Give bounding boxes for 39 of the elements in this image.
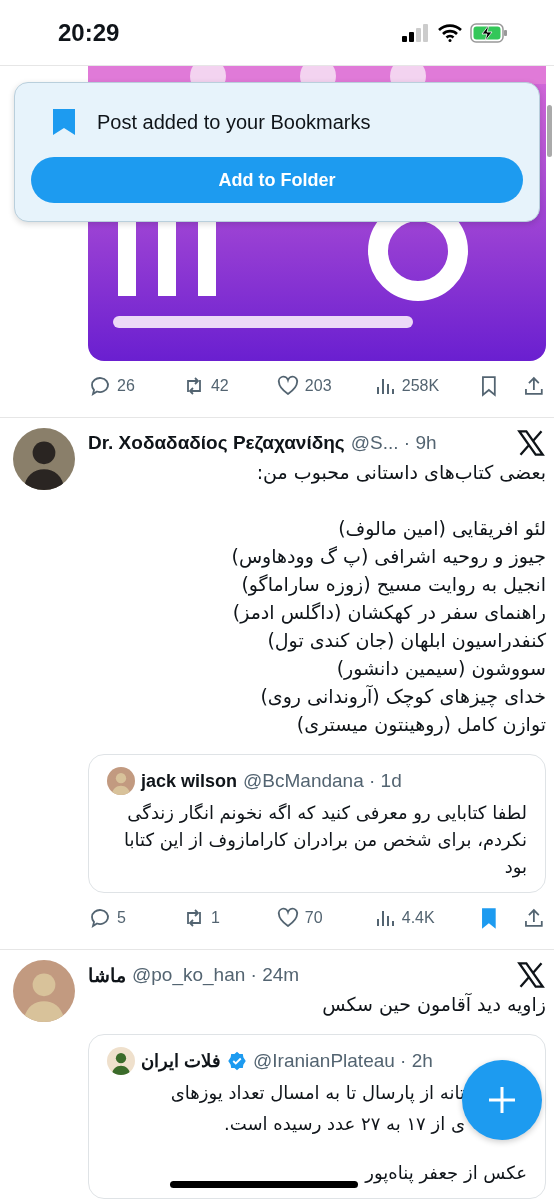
like-button[interactable]: 70 [275,906,373,930]
reply-button[interactable]: 5 [88,906,182,930]
handle-and-time: @po_ko_han · 24m [132,964,300,986]
battery-charging-icon [470,22,508,43]
quoted-text: عکس از جعفر پناه‌پور [365,1161,527,1186]
reply-button[interactable]: 26 [88,374,182,398]
reply-icon [88,906,112,930]
heart-icon [275,374,300,398]
handle-and-time: @S... · 9h [350,432,437,454]
repost-button[interactable]: 1 [181,906,276,930]
quoted-text: تانه از پارسال تا به امسال تعداد یوزهای [170,1081,465,1106]
share-icon[interactable] [522,374,546,398]
author-name: Dr. Χοδαδαδίος Ρεζαχανίδης [88,432,345,454]
handle-and-time: @BcMandana · 1d [243,770,402,792]
toast-message: Post added to your Bookmarks [97,110,371,134]
reply-icon [88,374,112,398]
share-icon[interactable] [522,906,546,930]
plus-icon [486,1084,518,1116]
compose-button[interactable] [462,1060,542,1140]
signal-icon [402,23,430,42]
post-text: بعضی کتاب‌های داستانی محبوب من: لئو افریقایی (امین مالوف) جیوز و روحیه اشرافی (پ گ وودهاوس) انجیل به روایت مسیح (زوزه ساراماگو) راهنمای سفر در کهکشان (داگلس ادمز) کنفدراسیون ابلهان (جان کندی تول) سووشون (سیمین دانشور) خدای چیزهای کوچک (آروندانی روی) توازن کامل (روهینتون میستری) [230,460,546,738]
wifi-icon [438,23,462,42]
quoted-text: لطفا کتابایی رو معرفی کنید که اگه نخونم انگار زندگی نکردم، برای شخص من برادران کارامازوف از این کتابا بود [123,801,527,880]
author-name: ماشا [88,963,126,987]
quoted-text: ی از ۱۷ به ۲۷ عدد رسیده است. [224,1112,465,1136]
status-time: 20:29 [58,18,120,47]
repost-button[interactable]: 42 [181,374,276,398]
scrollbar[interactable] [547,105,552,157]
author-name: فلات ایران [141,1050,221,1072]
handle-and-time: @IranianPlateau · 2h [253,1050,433,1072]
logo-icon [516,429,546,457]
like-button[interactable]: 203 [275,374,373,398]
logo-icon [516,961,546,989]
views-button[interactable]: 4.4K [372,906,477,930]
views-button[interactable]: 258K [372,374,477,398]
bookmark-icon [53,109,75,135]
heart-icon [275,906,300,930]
author-name: jack wilson [141,770,238,792]
post-text: زاویه دید آقامون حین سکس [321,992,546,1018]
